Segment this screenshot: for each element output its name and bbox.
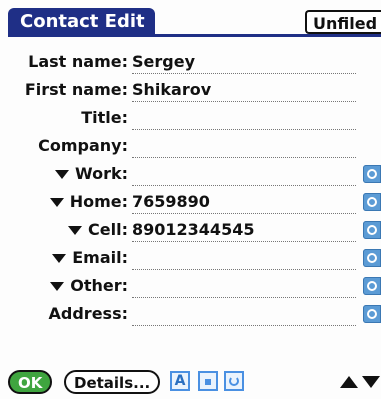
details-button[interactable]: Details... <box>64 370 161 394</box>
field-underline <box>132 73 356 74</box>
email-type-dropdown[interactable]: Email: <box>52 244 128 272</box>
field-underline <box>132 325 356 326</box>
dropdown-triangle-icon <box>68 225 83 235</box>
field-underline <box>132 241 356 242</box>
last-name-input[interactable]: Sergey <box>132 48 195 76</box>
note-icon[interactable] <box>363 305 381 323</box>
dropdown-triangle-icon <box>50 281 65 291</box>
field-row-address[interactable]: Address: <box>0 300 381 328</box>
category-selector[interactable]: Unfiled <box>305 10 381 34</box>
note-icon[interactable] <box>363 221 381 239</box>
home-type-dropdown[interactable]: Home: <box>49 188 128 216</box>
lock-icon[interactable] <box>198 371 218 391</box>
home-phone-input[interactable]: 7659890 <box>132 188 210 216</box>
field-underline <box>132 297 356 298</box>
field-underline <box>132 213 356 214</box>
scroll-arrows <box>338 374 381 392</box>
note-icon[interactable] <box>363 193 381 211</box>
scroll-down-icon[interactable] <box>362 376 380 388</box>
field-underline <box>132 129 356 130</box>
dropdown-triangle-icon <box>49 197 64 207</box>
field-label: Address: <box>48 304 128 323</box>
field-label: Last name: <box>28 52 128 71</box>
other-type-dropdown[interactable]: Other: <box>50 272 128 300</box>
note-icon[interactable] <box>363 165 381 183</box>
contact-edit-screen: Contact Edit Unfiled Last name: Sergey F… <box>0 0 381 399</box>
bottom-toolbar: OK Details... A <box>0 367 381 399</box>
dropdown-triangle-icon <box>52 253 67 263</box>
field-row-last-name[interactable]: Last name: Sergey <box>0 48 381 76</box>
window-title: Contact Edit <box>8 8 155 36</box>
field-label: First name: <box>24 80 128 99</box>
cell-type-dropdown[interactable]: Cell: <box>68 216 128 244</box>
field-row-work[interactable]: Work: <box>0 160 381 188</box>
rotate-icon[interactable] <box>224 371 244 391</box>
field-row-cell[interactable]: Cell: 89012344545 <box>0 216 381 244</box>
title-bar: Contact Edit Unfiled <box>0 0 381 38</box>
field-row-first-name[interactable]: First name: Shikarov <box>0 76 381 104</box>
title-divider <box>8 34 381 37</box>
first-name-input[interactable]: Shikarov <box>132 76 211 104</box>
note-icon[interactable] <box>363 249 381 267</box>
dropdown-triangle-icon <box>55 169 69 179</box>
note-icon[interactable] <box>363 277 381 295</box>
field-row-email[interactable]: Email: <box>0 244 381 272</box>
field-underline <box>132 185 356 186</box>
field-row-home[interactable]: Home: 7659890 <box>0 188 381 216</box>
field-underline <box>132 101 356 102</box>
scroll-up-icon[interactable] <box>340 376 358 388</box>
ok-button[interactable]: OK <box>8 370 53 394</box>
field-label: Title: <box>81 108 128 127</box>
field-row-title[interactable]: Title: <box>0 104 381 132</box>
cell-phone-input[interactable]: 89012344545 <box>132 216 254 244</box>
field-label: Company: <box>38 136 128 155</box>
work-type-dropdown[interactable]: Work: <box>55 160 128 188</box>
field-underline <box>132 269 356 270</box>
field-row-company[interactable]: Company: <box>0 132 381 160</box>
field-row-other[interactable]: Other: <box>0 272 381 300</box>
text-format-icon[interactable]: A <box>170 371 190 391</box>
field-underline <box>132 157 356 158</box>
